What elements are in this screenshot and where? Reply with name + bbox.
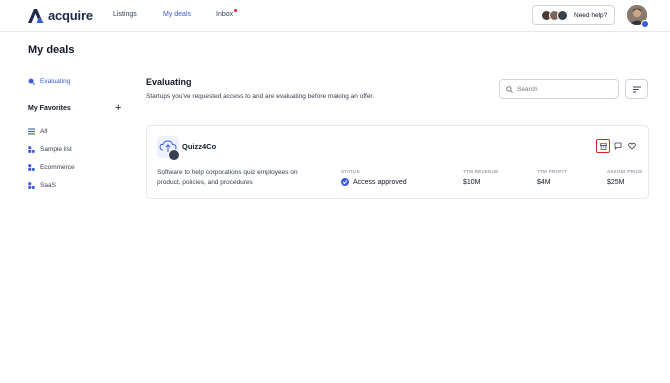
- need-help-button[interactable]: Need help?: [532, 5, 615, 25]
- nav-my-deals[interactable]: My deals: [163, 11, 191, 18]
- nav-listings[interactable]: Listings: [113, 11, 137, 18]
- top-header: acquire Listings My deals Inbox Need hel…: [0, 0, 670, 32]
- nav-inbox[interactable]: Inbox: [216, 9, 238, 18]
- status-badge: Access approved: [341, 178, 407, 186]
- list-icon: [28, 128, 35, 135]
- deal-card[interactable]: Quizz4Co Software to help corporations q…: [146, 125, 649, 199]
- filter-icon: [632, 86, 641, 92]
- sidebar-item-ecommerce[interactable]: Ecommerce: [28, 164, 75, 171]
- sidebar-item-label: SaaS: [40, 182, 56, 189]
- sidebar-item-label: Evaluating: [40, 78, 71, 85]
- status-label: STATUS: [341, 169, 360, 174]
- brand-name: acquire: [48, 8, 93, 23]
- sidebar-item-label: Ecommerce: [40, 164, 75, 171]
- sidebar-item-evaluating[interactable]: Evaluating: [28, 78, 70, 85]
- archive-button[interactable]: [596, 139, 610, 153]
- inbox-notification-dot: [234, 9, 238, 12]
- sidebar-item-saas[interactable]: SaaS: [28, 182, 56, 189]
- sidebar-item-sample-list[interactable]: Sample list: [28, 146, 72, 153]
- section-subtitle: Startups you've requested access to and …: [146, 93, 375, 100]
- check-icon: [341, 178, 349, 186]
- owner-avatar: [168, 149, 180, 161]
- search-input[interactable]: [517, 85, 617, 93]
- chat-icon: [614, 142, 622, 150]
- logo-icon: [28, 8, 44, 23]
- avatar: [557, 9, 568, 21]
- search-icon: [506, 85, 513, 93]
- deal-name[interactable]: Quizz4Co: [182, 142, 216, 151]
- shapes-icon: [28, 146, 35, 153]
- sidebar-item-label: Sample list: [40, 146, 72, 153]
- asking-price-label: ASKING PRICE: [607, 169, 643, 174]
- shapes-icon: [28, 164, 35, 171]
- support-avatars: [541, 9, 568, 21]
- sidebar-item-all[interactable]: All: [28, 128, 47, 135]
- profit-value: $4M: [537, 179, 551, 186]
- favorite-button[interactable]: [626, 140, 638, 152]
- need-help-label: Need help?: [574, 11, 608, 19]
- status-value: Access approved: [353, 178, 407, 186]
- section-title: Evaluating: [146, 77, 192, 87]
- revenue-value: $10M: [463, 179, 481, 186]
- revenue-label: TTM REVENUE: [463, 169, 499, 174]
- heart-icon: [628, 142, 636, 150]
- page-title: My deals: [28, 44, 75, 56]
- search-box[interactable]: [499, 79, 619, 99]
- filter-button[interactable]: [625, 79, 648, 99]
- user-badge-icon: [641, 20, 649, 28]
- search-check-icon: [28, 78, 35, 85]
- archive-icon: [599, 142, 607, 150]
- deal-description: Software to help corporations quiz emplo…: [157, 169, 298, 186]
- message-button[interactable]: [612, 140, 624, 152]
- shapes-icon: [28, 182, 35, 189]
- favorites-heading: My Favorites: [28, 105, 71, 112]
- asking-price-value: $25M: [607, 179, 625, 186]
- brand-logo[interactable]: acquire: [28, 8, 93, 23]
- profit-label: TTM PROFIT: [537, 169, 567, 174]
- add-favorite-list-button[interactable]: +: [115, 103, 121, 114]
- sidebar-item-label: All: [40, 128, 48, 135]
- nav-inbox-label: Inbox: [216, 11, 234, 18]
